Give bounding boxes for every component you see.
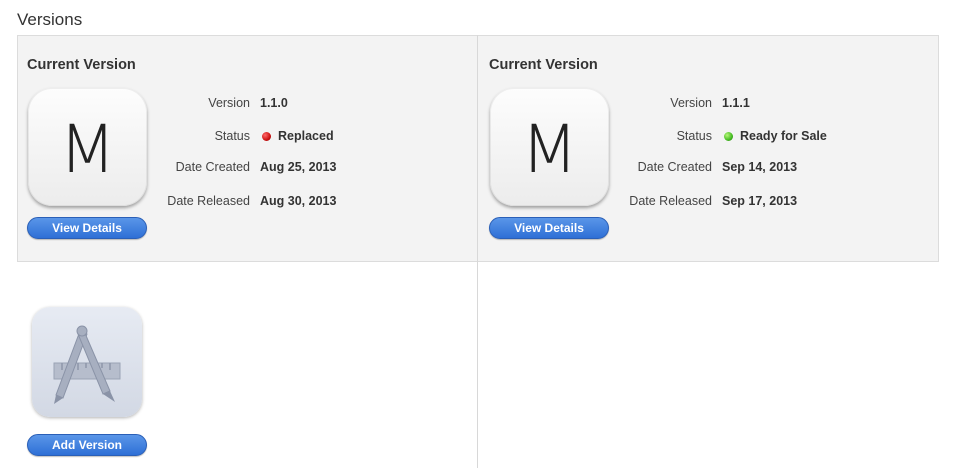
- version-value: 1.1.0: [260, 96, 288, 110]
- status-green-dot-icon: [724, 132, 733, 141]
- date-released-label: Date Released: [167, 194, 250, 208]
- card-title: Current Version: [27, 57, 136, 73]
- version-card-1: Current Version M View Details Version 1…: [18, 36, 478, 261]
- card-title: Current Version: [489, 57, 598, 73]
- date-created-label: Date Created: [175, 160, 250, 174]
- view-details-button[interactable]: View Details: [27, 217, 147, 239]
- version-label: Version: [208, 96, 250, 110]
- app-letter: M: [521, 111, 578, 188]
- status-label: Status: [676, 129, 712, 143]
- date-created-value: Aug 25, 2013: [260, 160, 337, 174]
- version-card-2: Current Version M View Details Version 1…: [480, 36, 940, 261]
- date-released-value: Aug 30, 2013: [260, 194, 337, 208]
- column-divider: [477, 35, 478, 468]
- status-text: Ready for Sale: [740, 129, 827, 143]
- date-released-label: Date Released: [629, 194, 712, 208]
- status-value: Ready for Sale: [724, 129, 827, 143]
- view-details-button[interactable]: View Details: [489, 217, 609, 239]
- status-label: Status: [214, 129, 250, 143]
- date-released-value: Sep 17, 2013: [722, 194, 798, 208]
- app-store-icon: [32, 307, 142, 417]
- date-created-label: Date Created: [637, 160, 712, 174]
- app-letter: M: [59, 111, 116, 188]
- add-version-button[interactable]: Add Version: [27, 434, 147, 456]
- version-label: Version: [670, 96, 712, 110]
- status-value: Replaced: [262, 129, 334, 143]
- app-store-glyph: [53, 325, 121, 404]
- versions-panel: Current Version M View Details Version 1…: [17, 35, 939, 262]
- status-red-dot-icon: [262, 132, 271, 141]
- version-value: 1.1.1: [722, 96, 750, 110]
- page-title: Versions: [17, 10, 83, 29]
- date-created-value: Sep 14, 2013: [722, 160, 798, 174]
- status-text: Replaced: [278, 129, 334, 143]
